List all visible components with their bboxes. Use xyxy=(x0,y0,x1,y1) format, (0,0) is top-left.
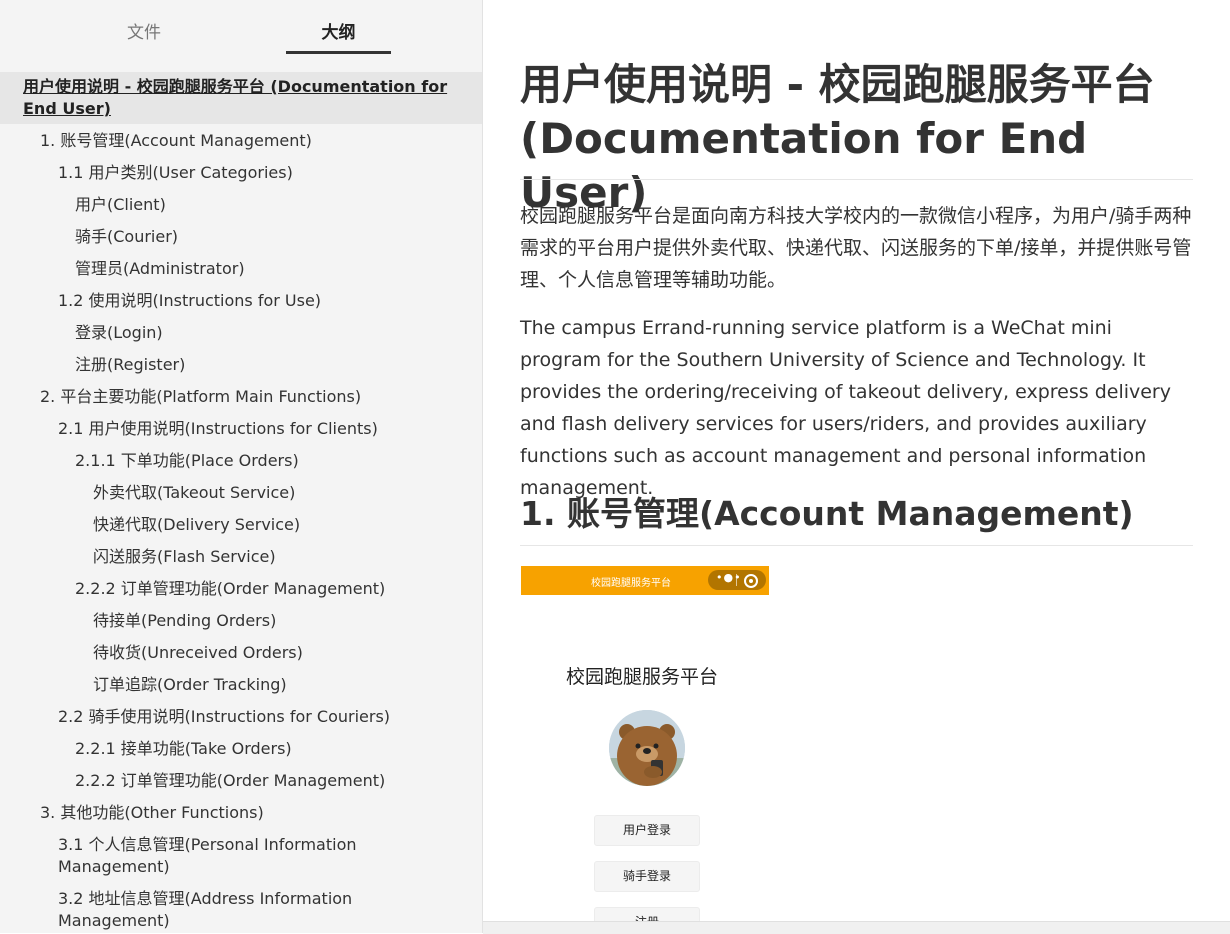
outline-item-document-title[interactable]: 用户使用说明 - 校园跑腿服务平台 (Documentation for End… xyxy=(23,76,463,120)
app-bar-title: 校园跑腿服务平台 xyxy=(591,578,671,589)
outline-item[interactable]: 1. 账号管理(Account Management) xyxy=(40,130,312,152)
outline-item[interactable]: 3. 其他功能(Other Functions) xyxy=(40,802,264,824)
outline-item[interactable]: 1.1 用户类别(User Categories) xyxy=(58,162,293,184)
outline-item[interactable]: 外卖代取(Takeout Service) xyxy=(93,482,295,504)
outline-item[interactable]: 2.2.2 订单管理功能(Order Management) xyxy=(75,770,385,792)
intro-paragraph-cn: 校园跑腿服务平台是面向南方科技大学校内的一款微信小程序，为用户/骑手两种需求的平… xyxy=(520,205,1192,291)
section-divider xyxy=(520,545,1193,546)
embedded-app-screenshot: 校园跑腿服务平台 •●• 校园跑腿服务平台 用户登录 骑手登录 注册 xyxy=(521,566,769,933)
outline-item[interactable]: 注册(Register) xyxy=(75,354,185,376)
bear-avatar-icon xyxy=(609,710,685,786)
outline-item[interactable]: 2.2 骑手使用说明(Instructions for Couriers) xyxy=(58,706,390,728)
outline-item[interactable]: 待收货(Unreceived Orders) xyxy=(93,642,303,664)
outline-item[interactable]: 管理员(Administrator) xyxy=(75,258,245,280)
outline-item[interactable]: 2.1.1 下单功能(Place Orders) xyxy=(75,450,299,472)
close-circle-icon xyxy=(744,574,758,588)
section-heading-account-management: 1. 账号管理(Account Management) xyxy=(520,494,1134,533)
intro-paragraph-en: The campus Errand-running service platfo… xyxy=(520,317,1171,499)
outline-item[interactable]: 快递代取(Delivery Service) xyxy=(93,514,300,536)
horizontal-scrollbar[interactable] xyxy=(483,921,1230,934)
capsule-separator xyxy=(736,574,737,586)
sidebar-tabs: 文件 大纲 xyxy=(0,0,482,62)
tab-files[interactable]: 文件 xyxy=(96,20,192,54)
app-heading: 校园跑腿服务平台 xyxy=(566,666,719,688)
document-title: 用户使用说明 - 校园跑腿服务平台 (Documentation for End… xyxy=(520,60,1155,217)
outline-item[interactable]: 闪送服务(Flash Service) xyxy=(93,546,276,568)
outline-item[interactable]: 待接单(Pending Orders) xyxy=(93,610,276,632)
sidebar: 文件 大纲 用户使用说明 - 校园跑腿服务平台 (Documentation f… xyxy=(0,0,483,933)
outline-item[interactable]: 骑手(Courier) xyxy=(75,226,178,248)
more-dots-icon: •●• xyxy=(716,571,742,584)
courier-login-button[interactable]: 骑手登录 xyxy=(594,861,700,892)
title-divider xyxy=(520,179,1193,180)
client-login-button[interactable]: 用户登录 xyxy=(594,815,700,846)
outline-item[interactable]: 3.2 地址信息管理(Address Information Managemen… xyxy=(58,888,378,932)
outline-item[interactable]: 2.1 用户使用说明(Instructions for Clients) xyxy=(58,418,378,440)
outline-item[interactable]: 登录(Login) xyxy=(75,322,163,344)
outline-item[interactable]: 订单追踪(Order Tracking) xyxy=(93,674,287,696)
tab-outline[interactable]: 大纲 xyxy=(286,20,391,54)
outline-item[interactable]: 2. 平台主要功能(Platform Main Functions) xyxy=(40,386,361,408)
outline-item[interactable]: 1.2 使用说明(Instructions for Use) xyxy=(58,290,321,312)
outline-item[interactable]: 3.1 个人信息管理(Personal Information Manageme… xyxy=(58,834,378,878)
outline-item[interactable]: 用户(Client) xyxy=(75,194,166,216)
outline-item[interactable]: 2.2.1 接单功能(Take Orders) xyxy=(75,738,292,760)
outline-item[interactable]: 2.2.2 订单管理功能(Order Management) xyxy=(75,578,385,600)
mini-program-capsule: •●• xyxy=(708,570,766,590)
app-title-bar: 校园跑腿服务平台 •●• xyxy=(521,566,769,595)
